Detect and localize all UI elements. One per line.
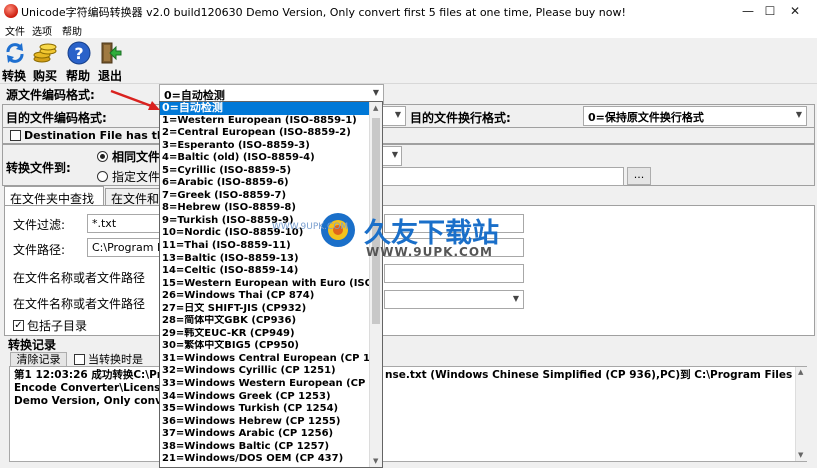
watermark-small-url: WWW.9UPK.COM — [272, 222, 349, 232]
radio-specify-label: 指定文件 — [112, 170, 161, 184]
filter-label: 文件过滤: — [13, 218, 66, 232]
chevron-down-icon: ▼ — [394, 110, 401, 119]
svg-text:?: ? — [74, 44, 83, 63]
name-filter-label-2: 在文件名称或者文件路径 — [13, 297, 146, 311]
toolbar: 转换 购买 ? 帮助 退出 — [0, 38, 817, 84]
close-button[interactable]: ✕ — [772, 0, 817, 22]
window-title: Unicode字符编码转换器 v2.0 build120630 Demo Ver… — [21, 6, 626, 19]
chevron-down-icon: ▼ — [795, 110, 802, 119]
encoding-option[interactable]: 37=Windows Arabic (CP 1256) — [160, 428, 382, 441]
encoding-option[interactable]: 29=韩文EUC-KR (CP949) — [160, 328, 382, 341]
menu-help[interactable]: 帮助 — [62, 23, 82, 38]
when-convert-label: 当转换时是 — [88, 353, 143, 366]
exit-button[interactable]: 退出 — [96, 40, 124, 83]
encoding-dropdown-list[interactable]: 0=自动检测 1=Western European (ISO-8859-1) 2=C… — [159, 101, 383, 468]
newline-format-label: 目的文件换行格式: — [410, 111, 511, 125]
encoding-option[interactable]: 21=Windows/DOS OEM (CP 437) — [160, 453, 382, 466]
newline-format-select[interactable]: 0=保持原文件换行格式 ▼ — [583, 106, 807, 126]
encoding-option[interactable]: 1=Western European (ISO-8859-1) — [160, 115, 382, 128]
subdir-checkbox[interactable]: ✓ — [13, 320, 24, 331]
path-input[interactable]: C:\Program Fi — [87, 238, 163, 257]
filter-input[interactable]: *.txt — [87, 214, 163, 233]
name-filter-label-1: 在文件名称或者文件路径 — [13, 271, 146, 285]
encoding-option[interactable]: 6=Arabic (ISO-8859-6) — [160, 177, 382, 190]
scroll-down-icon: ▼ — [373, 457, 379, 465]
source-encoding-label: 源文件编码格式: — [6, 88, 95, 102]
chevron-down-icon: ▼ — [512, 294, 519, 303]
convert-to-select[interactable]: ▼ — [382, 146, 402, 166]
dropdown-scrollbar[interactable]: ▲ ▼ — [369, 102, 382, 467]
search-select[interactable]: ▼ — [384, 290, 524, 309]
chevron-down-icon: ▼ — [391, 150, 398, 159]
menu-file[interactable]: 文件 — [5, 23, 25, 38]
exit-icon — [101, 42, 122, 64]
bom-row: Destination File has the sam — [2, 128, 815, 144]
search-field-3[interactable] — [384, 264, 524, 283]
tab-find-in-folder[interactable]: 在文件夹中查找 — [4, 186, 104, 206]
chevron-down-icon: ▼ — [372, 88, 379, 97]
encoding-option[interactable]: 2=Central European (ISO-8859-2) — [160, 127, 382, 140]
scroll-up-icon: ▲ — [373, 104, 379, 112]
log-label: 转换记录 — [8, 338, 57, 352]
encoding-option[interactable]: 32=Windows Cyrillic (CP 1251) — [160, 365, 382, 378]
buy-label: 购买 — [33, 69, 58, 83]
tab-find-in-files[interactable]: 在文件和 — [105, 188, 161, 206]
log-text-right: nse.txt (Windows Chinese Simplified (CP … — [385, 369, 806, 381]
help-icon: ? — [67, 41, 91, 65]
help-button[interactable]: ? 帮助 — [64, 40, 92, 83]
encoding-option[interactable]: 27=日文 SHIFT-JIS (CP932) — [160, 303, 382, 316]
help-label: 帮助 — [66, 69, 91, 83]
encoding-option[interactable]: 26=Windows Thai (CP 874) — [160, 290, 382, 303]
newline-format-value: 0=保持原文件换行格式 — [588, 111, 704, 124]
watermark-url: WWW.9UPK.COM — [366, 245, 493, 259]
encoding-option[interactable]: 4=Baltic (old) (ISO-8859-4) — [160, 152, 382, 165]
encoding-option[interactable]: 34=Windows Greek (CP 1253) — [160, 391, 382, 404]
scroll-down-icon: ▼ — [798, 451, 804, 459]
convert-icon — [6, 43, 24, 63]
bom-checkbox[interactable] — [10, 130, 21, 141]
red-arrow-icon — [110, 89, 160, 110]
target-encoding-label: 目的文件编码格式: — [6, 111, 107, 125]
log-textarea[interactable]: 第1 12:03:26 成功转换C:\Pro Encode Converter\… — [9, 366, 807, 462]
encoding-option[interactable]: 0=自动检测 — [160, 102, 382, 115]
encoding-option[interactable]: 38=Windows Baltic (CP 1257) — [160, 441, 382, 454]
radio-specify-file[interactable] — [97, 171, 108, 182]
encoding-option[interactable]: 33=Windows Western European (CP 1252) — [160, 378, 382, 391]
encoding-option[interactable]: 14=Celtic (ISO-8859-14) — [160, 265, 382, 278]
target-encoding-select[interactable]: ▼ — [382, 106, 406, 126]
encoding-option[interactable]: 7=Greek (ISO-8859-7) — [160, 190, 382, 203]
log-scrollbar[interactable]: ▲ ▼ — [795, 367, 807, 461]
convert-to-label: 转换文件到: — [6, 161, 71, 175]
clear-log-button[interactable]: 清除记录 — [10, 352, 67, 367]
encoding-option[interactable]: 5=Cyrillic (ISO-8859-5) — [160, 165, 382, 178]
radio-same-file[interactable] — [97, 151, 108, 162]
scroll-up-icon: ▲ — [798, 368, 804, 376]
encoding-option[interactable]: 15=Western European with Euro (ISO-8859 — [160, 278, 382, 291]
coins-icon — [33, 43, 57, 63]
app-icon — [4, 4, 18, 18]
convert-button[interactable]: 转换 — [2, 40, 27, 83]
browse-button[interactable]: ... — [627, 167, 651, 185]
convert-label: 转换 — [2, 69, 27, 83]
path-label: 文件路径: — [13, 243, 66, 257]
encoding-option[interactable]: 35=Windows Turkish (CP 1254) — [160, 403, 382, 416]
radio-same-label: 相同文件 — [112, 150, 161, 164]
title-bar: Unicode字符编码转换器 v2.0 build120630 Demo Ver… — [0, 0, 817, 22]
encoding-option[interactable]: 30=繁体中文BIG5 (CP950) — [160, 340, 382, 353]
encoding-option[interactable]: 13=Baltic (ISO-8859-13) — [160, 253, 382, 266]
exit-label: 退出 — [98, 69, 123, 83]
buy-button[interactable]: 购买 — [31, 40, 59, 83]
output-path-field[interactable] — [382, 167, 624, 186]
encoding-option[interactable]: 28=简体中文GBK (CP936) — [160, 315, 382, 328]
menu-options[interactable]: 选项 — [32, 23, 52, 38]
encoding-option[interactable]: 31=Windows Central European (CP 1250) — [160, 353, 382, 366]
menu-bar: 文件 选项 帮助 — [0, 22, 817, 38]
subdir-label: 包括子目录 — [27, 319, 88, 333]
encoding-option[interactable]: 36=Windows Hebrew (CP 1255) — [160, 416, 382, 429]
encoding-options: 0=自动检测 1=Western European (ISO-8859-1) 2=C… — [160, 102, 382, 466]
when-convert-checkbox[interactable] — [74, 354, 85, 365]
encoding-option[interactable]: 3=Esperanto (ISO-8859-3) — [160, 140, 382, 153]
